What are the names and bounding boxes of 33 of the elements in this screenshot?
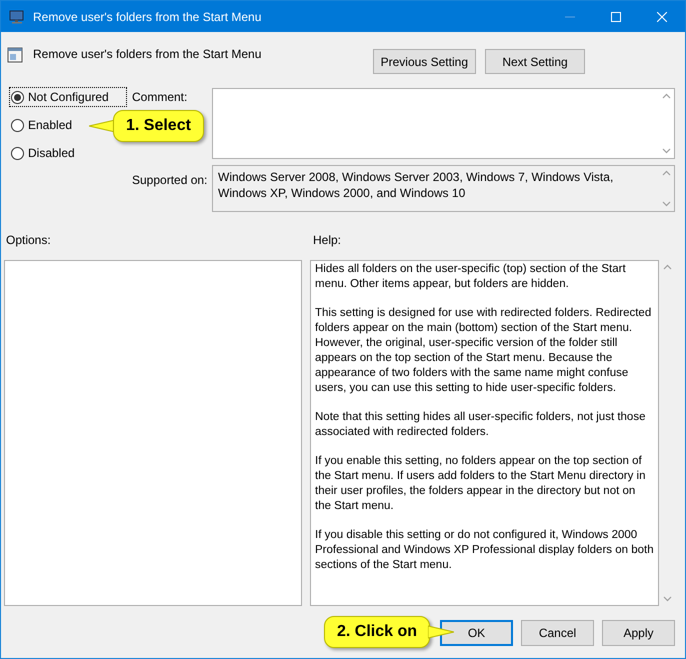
help-paragraph: If you enable this setting, no folders appear on the top section of the Start menu. If users add folders to the Start Menu directory in their user profiles, the folders appear in the directory but not on the Start menu. [315,454,646,514]
comment-label: Comment: [132,90,188,104]
radio-option[interactable]: Disabled [10,144,126,162]
scroll-up-icon[interactable] [662,264,672,270]
callout-pointer-icon [428,624,454,640]
dialog-button[interactable]: Apply [602,620,675,646]
help-paragraph: Note that this setting hides all user-specific folders, not just those associated with redirected folders. [315,410,646,440]
help-paragraph: This setting is designed for use with redirected folders. Redirected folders appear on the main (bottom) section of the Start menu. However, the original, user-specific version of the folder still appears on the top section of the Start menu. Because the appearance of two folders with the same name might confuse users, you can use this setting to hide user-specific folders. [315,306,652,396]
help-paragraph: Hides all folders on the user-specific (top) section of the Start menu. Other items appear, but folders are hidden. [315,262,627,292]
help-label: Help: [312,232,342,249]
callout-label: 1. Select [113,110,204,142]
scroll-down-icon[interactable] [662,148,670,154]
close-icon[interactable] [657,12,667,22]
maximize-icon[interactable] [611,12,621,22]
setting-nav-button[interactable]: Next Setting [485,49,585,74]
scroll-down-icon[interactable] [662,596,672,602]
policy-icon [7,47,23,63]
computer-icon [9,10,25,24]
policy-title: Remove user's folders from the Start Menu [33,46,262,63]
scroll-up-icon[interactable] [662,170,670,176]
callout-label: 2. Click on [324,616,430,648]
supported-on-label: Supported on: [132,173,208,187]
supported-on-text: Windows Server 2008, Windows Server 2003, Windows 7, Windows Vista, Windows XP, Windows 2000, and Windows 10 [217,169,614,202]
options-label: Options: [5,232,52,249]
scroll-down-icon[interactable] [662,201,670,207]
radio-option[interactable]: Not Configured [10,88,126,106]
comment-field[interactable] [212,88,675,159]
dialog-button[interactable]: OK [440,620,513,646]
scroll-up-icon[interactable] [662,93,670,99]
help-paragraph: If you disable this setting or do not configured it, Windows 2000 Professional and Windows XP Professional display folders on both sections of the Start menu. [315,528,654,573]
setting-nav-button[interactable]: Previous Setting [372,49,476,74]
window-title: Remove user's folders from the Start Menu [33,8,262,26]
dialog-button[interactable]: Cancel [521,620,594,646]
